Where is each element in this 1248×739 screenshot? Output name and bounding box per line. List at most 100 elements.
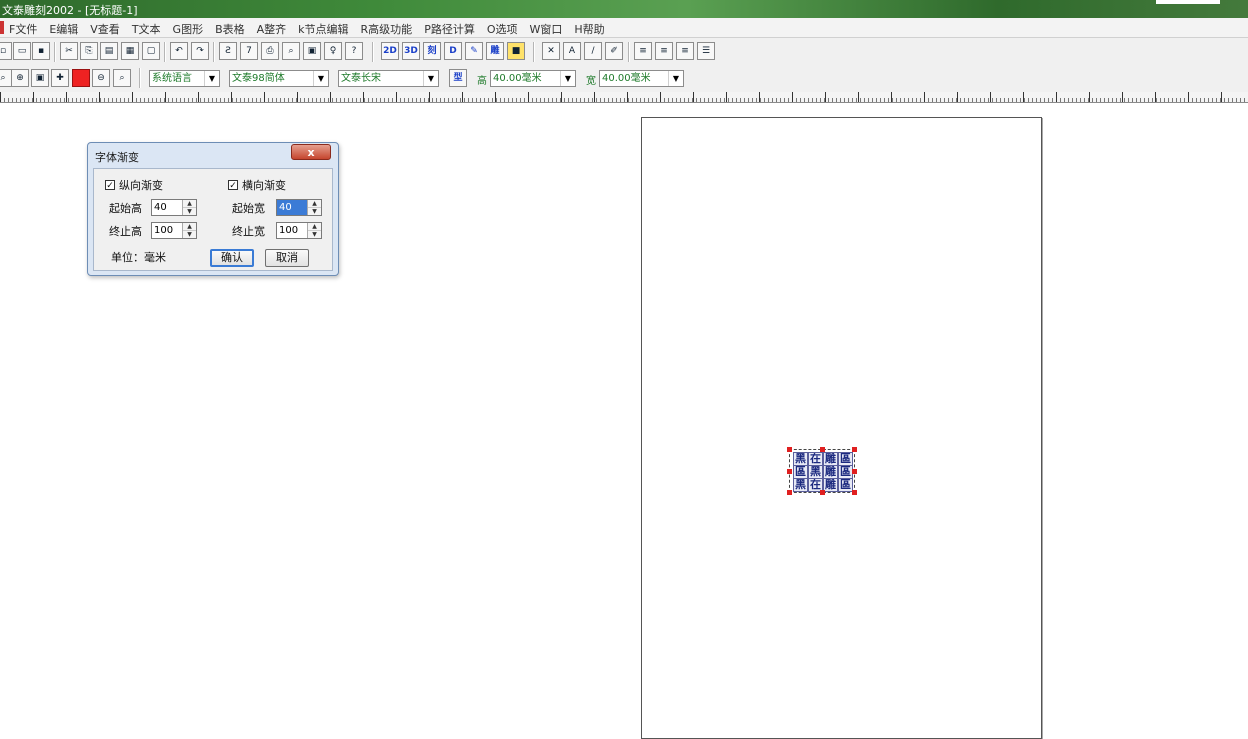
text-tool-icon[interactable]: A: [563, 42, 581, 60]
copy-icon[interactable]: ⎘: [80, 42, 98, 60]
resize-handle[interactable]: [852, 469, 857, 474]
menu-item[interactable]: P路径计算: [424, 21, 475, 37]
resize-handle[interactable]: [852, 490, 857, 495]
align-center-icon[interactable]: ≡: [655, 42, 673, 60]
start-height-input[interactable]: [152, 200, 182, 215]
selected-text-object[interactable]: 黑 在 雕 區 區 黑 雕 區 黑 在 雕 區: [787, 447, 857, 495]
3d-button[interactable]: 3D: [402, 42, 420, 60]
start-width-input[interactable]: [277, 200, 307, 215]
menu-item[interactable]: F文件: [9, 21, 37, 37]
frame-icon[interactable]: ▣: [303, 42, 321, 60]
open-icon[interactable]: ▭: [13, 42, 31, 60]
spin-up-icon[interactable]: ▲: [308, 223, 321, 230]
vertical-gradient-checkbox[interactable]: ✓ 纵向渐变: [105, 177, 163, 193]
menu-item[interactable]: B表格: [215, 21, 245, 37]
paste-icon[interactable]: ▤: [100, 42, 118, 60]
language-select[interactable]: 系统语言 ▼: [149, 70, 220, 87]
redo-icon[interactable]: ↷: [191, 42, 209, 60]
app-icon[interactable]: [0, 21, 4, 34]
stepper-buttons[interactable]: ▲ ▼: [182, 200, 196, 215]
edit-text-icon[interactable]: ✐: [605, 42, 623, 60]
font-style-select[interactable]: 文泰长宋 ▼: [338, 70, 439, 87]
spin-down-icon[interactable]: ▼: [183, 207, 196, 215]
close-button[interactable]: x: [291, 144, 331, 160]
2d-button[interactable]: 2D: [381, 42, 399, 60]
pan-icon[interactable]: ✚: [51, 69, 69, 87]
toolbar-separator: [213, 42, 215, 62]
stepper-buttons[interactable]: ▲ ▼: [182, 223, 196, 238]
gradient-tool-icon[interactable]: 刻: [423, 42, 441, 60]
end-width-stepper[interactable]: ▲ ▼: [276, 222, 322, 239]
spin-down-icon[interactable]: ▼: [308, 207, 321, 215]
resize-handle[interactable]: [787, 490, 792, 495]
text-glyph: 區: [793, 465, 808, 479]
menu-item[interactable]: W窗口: [530, 21, 563, 37]
new-icon[interactable]: ▫: [0, 42, 12, 60]
width-select[interactable]: 40.00毫米 ▼: [599, 70, 684, 87]
resize-handle[interactable]: [787, 447, 792, 452]
zoom-out-icon[interactable]: ⊖: [92, 69, 110, 87]
color-fill-icon[interactable]: [72, 69, 90, 87]
node-tool-icon[interactable]: ✕: [542, 42, 560, 60]
print-icon[interactable]: ⎙: [261, 42, 279, 60]
italic-icon[interactable]: /: [584, 42, 602, 60]
resize-handle[interactable]: [787, 469, 792, 474]
horizontal-gradient-checkbox[interactable]: ✓ 横向渐变: [228, 177, 286, 193]
cancel-button[interactable]: 取消: [265, 249, 309, 267]
start-height-stepper[interactable]: ▲ ▼: [151, 199, 197, 216]
bold-curve-icon[interactable]: Ƨ: [219, 42, 237, 60]
menu-item[interactable]: G图形: [173, 21, 204, 37]
zoom-actual-icon[interactable]: ⌕: [113, 69, 131, 87]
horizontal-ruler[interactable]: [0, 92, 1248, 103]
align-justify-icon[interactable]: ☰: [697, 42, 715, 60]
end-height-stepper[interactable]: ▲ ▼: [151, 222, 197, 239]
save-icon[interactable]: ▪: [32, 42, 50, 60]
checkbox-check-icon: ✓: [228, 180, 238, 191]
end-width-input[interactable]: [277, 223, 307, 238]
3d-text-icon[interactable]: D: [444, 42, 462, 60]
resize-handle[interactable]: [820, 490, 825, 495]
menu-item[interactable]: A整齐: [257, 21, 287, 37]
end-height-input[interactable]: [152, 223, 182, 238]
font-select[interactable]: 文泰98简体 ▼: [229, 70, 329, 87]
bulb-icon[interactable]: ♀: [324, 42, 342, 60]
menu-item[interactable]: k节点编辑: [298, 21, 348, 37]
window-controls[interactable]: [1156, 0, 1220, 4]
engrave-button[interactable]: 雕: [486, 42, 504, 60]
menu-item[interactable]: V查看: [90, 21, 120, 37]
menu-item[interactable]: H帮助: [574, 21, 604, 37]
spin-down-icon[interactable]: ▼: [183, 230, 196, 238]
paste-special-icon[interactable]: ▦: [121, 42, 139, 60]
help-icon[interactable]: ?: [345, 42, 363, 60]
resize-handle[interactable]: [820, 447, 825, 452]
fit-page-icon[interactable]: ▣: [31, 69, 49, 87]
undo-icon[interactable]: ↶: [170, 42, 188, 60]
cut-icon[interactable]: ✂: [60, 42, 78, 60]
type-button[interactable]: 型: [449, 69, 467, 87]
spin-up-icon[interactable]: ▲: [183, 223, 196, 230]
height-select[interactable]: 40.00毫米 ▼: [490, 70, 576, 87]
stepper-buttons[interactable]: ▲ ▼: [307, 223, 321, 238]
start-width-stepper[interactable]: ▲ ▼: [276, 199, 322, 216]
menu-item[interactable]: T文本: [132, 21, 161, 37]
italic-tool-icon[interactable]: 7: [240, 42, 258, 60]
stepper-buttons[interactable]: ▲ ▼: [307, 200, 321, 215]
menu-item[interactable]: O选项: [487, 21, 518, 37]
spin-up-icon[interactable]: ▲: [183, 200, 196, 207]
align-left-icon[interactable]: ≡: [634, 42, 652, 60]
width-label: 宽: [586, 76, 596, 87]
ok-button[interactable]: 确认: [210, 249, 254, 267]
align-right-icon[interactable]: ≡: [676, 42, 694, 60]
zoom-in-icon[interactable]: ⊕: [11, 69, 29, 87]
resize-handle[interactable]: [852, 447, 857, 452]
spin-down-icon[interactable]: ▼: [308, 230, 321, 238]
menu-item[interactable]: R高级功能: [361, 21, 413, 37]
print-preview-icon[interactable]: ⌕: [282, 42, 300, 60]
color-icon[interactable]: ■: [507, 42, 525, 60]
brush-icon[interactable]: ✎: [465, 42, 483, 60]
clear-icon[interactable]: ▢: [142, 42, 160, 60]
window-title: 文泰雕刻2002 - [无标题-1]: [2, 4, 138, 17]
spin-up-icon[interactable]: ▲: [308, 200, 321, 207]
menu-item[interactable]: E编辑: [49, 21, 78, 37]
canvas-page[interactable]: [641, 117, 1042, 739]
